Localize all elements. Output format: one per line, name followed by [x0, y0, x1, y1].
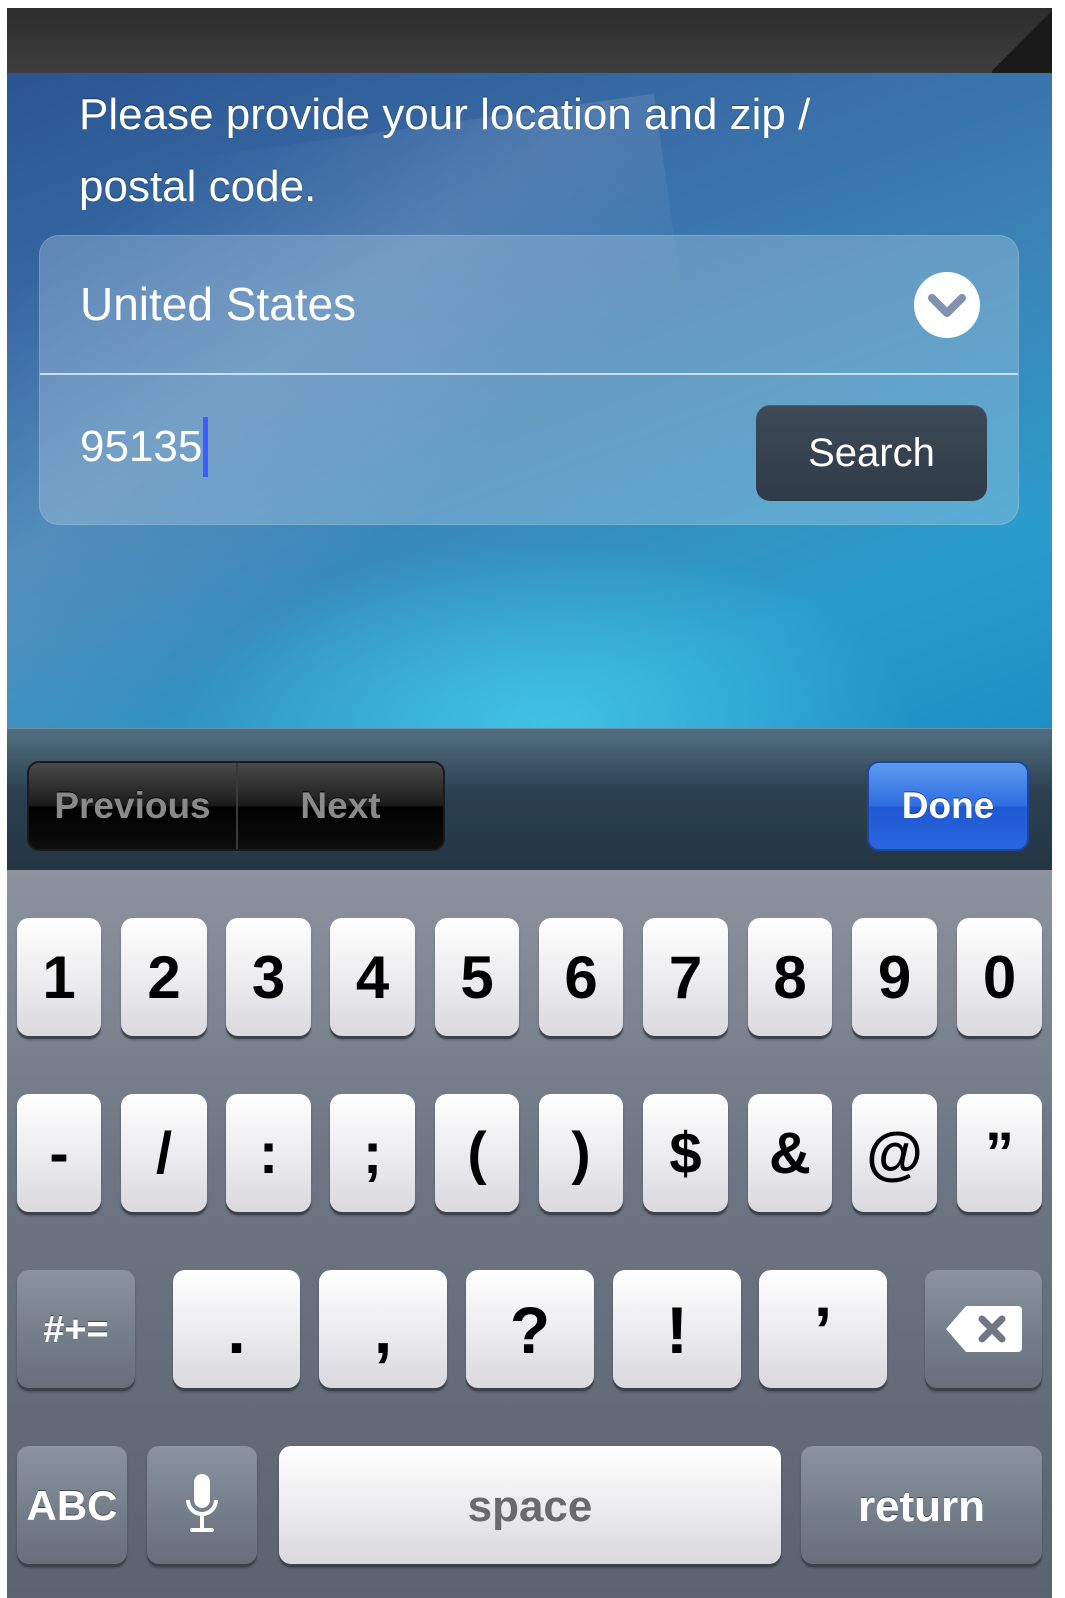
key-0-label: 0	[982, 944, 1017, 1011]
key-at[interactable]: @	[852, 1094, 937, 1212]
key-dollar-label: $	[669, 1121, 702, 1186]
key-close-paren[interactable]: )	[539, 1094, 623, 1212]
key-exclamation[interactable]: !	[613, 1270, 741, 1388]
key-semicolon[interactable]: ;	[330, 1094, 415, 1212]
key-hyphen-label: -	[49, 1121, 69, 1186]
location-form-card: United States 95135 Search	[39, 235, 1019, 525]
key-at-label: @	[866, 1121, 923, 1186]
previous-button[interactable]: Previous	[29, 763, 238, 849]
key-dollar[interactable]: $	[643, 1094, 728, 1212]
keyboard-accessory-toolbar: Previous Next Done	[7, 728, 1052, 871]
key-exclamation-label: !	[666, 1293, 688, 1367]
key-1-label: 1	[42, 944, 76, 1011]
next-button[interactable]: Next	[238, 763, 443, 849]
key-hyphen[interactable]: -	[17, 1094, 101, 1212]
key-semicolon-label: ;	[362, 1121, 383, 1186]
location-form-view: Please provide your location and zip / p…	[7, 73, 1052, 728]
phone-screen: Please provide your location and zip / p…	[7, 8, 1052, 1598]
instructions-text: Please provide your location and zip / p…	[79, 79, 999, 223]
key-8-label: 8	[773, 944, 807, 1011]
zip-code-input[interactable]: 95135	[80, 417, 680, 477]
key-colon-label: :	[258, 1121, 279, 1186]
key-3-label: 3	[251, 944, 286, 1011]
key-question-label: ?	[509, 1293, 551, 1367]
key-open-paren-label: (	[467, 1121, 487, 1186]
numbers-keyboard: 1 2 3 4 5 6 7 8 9 0 - / : ; ( ) $ & @ ” …	[7, 870, 1052, 1598]
instructions-line-2: postal code.	[79, 162, 317, 211]
key-apostrophe[interactable]: ’	[759, 1270, 887, 1388]
text-cursor	[203, 417, 209, 477]
key-slash-label: /	[155, 1121, 173, 1186]
key-9-label: 9	[877, 944, 912, 1011]
key-5-label: 5	[460, 944, 494, 1011]
key-slash[interactable]: /	[121, 1094, 207, 1212]
chevron-down-icon[interactable]	[914, 272, 980, 338]
key-1[interactable]: 1	[17, 918, 101, 1036]
key-more-symbols-label: #+=	[43, 1309, 109, 1351]
key-question[interactable]: ?	[466, 1270, 594, 1388]
key-period[interactable]: .	[173, 1270, 300, 1388]
key-3[interactable]: 3	[226, 918, 311, 1036]
key-8[interactable]: 8	[748, 918, 832, 1036]
done-button[interactable]: Done	[867, 761, 1029, 851]
key-comma-label: ,	[373, 1293, 393, 1367]
key-close-paren-label: )	[571, 1121, 591, 1186]
key-5[interactable]: 5	[435, 918, 519, 1036]
key-open-paren[interactable]: (	[435, 1094, 519, 1212]
key-quote-label: ”	[985, 1121, 1014, 1186]
instructions-line-1: Please provide your location and zip /	[79, 90, 811, 139]
key-colon[interactable]: :	[226, 1094, 311, 1212]
country-select[interactable]: United States	[40, 236, 1018, 374]
key-backspace[interactable]	[925, 1270, 1042, 1388]
navigation-bar-corner	[992, 8, 1052, 73]
key-0[interactable]: 0	[957, 918, 1042, 1036]
return-key[interactable]: return	[801, 1446, 1042, 1564]
key-ampersand[interactable]: &	[748, 1094, 832, 1212]
key-more-symbols[interactable]: #+=	[17, 1270, 135, 1388]
key-apostrophe-label: ’	[813, 1293, 833, 1367]
zip-code-value: 95135	[80, 422, 203, 471]
key-2-label: 2	[147, 944, 181, 1011]
key-4[interactable]: 4	[330, 918, 415, 1036]
key-7-label: 7	[668, 944, 703, 1011]
search-button[interactable]: Search	[756, 405, 987, 501]
key-4-label: 4	[355, 944, 390, 1011]
key-dictation[interactable]	[147, 1446, 257, 1564]
key-quote[interactable]: ”	[957, 1094, 1042, 1212]
key-6-label: 6	[564, 944, 598, 1011]
return-key-label: return	[857, 1482, 986, 1531]
key-9[interactable]: 9	[852, 918, 937, 1036]
navigation-bar	[7, 8, 1052, 73]
key-2[interactable]: 2	[121, 918, 207, 1036]
previous-next-segmented-control: Previous Next	[27, 761, 445, 851]
key-7[interactable]: 7	[643, 918, 728, 1036]
key-abc-label: ABC	[26, 1482, 118, 1529]
zip-row: 95135 Search	[40, 375, 1018, 524]
key-ampersand-label: &	[769, 1121, 811, 1186]
key-period-label: .	[227, 1293, 246, 1367]
key-6[interactable]: 6	[539, 918, 623, 1036]
country-value: United States	[80, 278, 357, 330]
key-abc[interactable]: ABC	[17, 1446, 127, 1564]
key-comma[interactable]: ,	[319, 1270, 447, 1388]
backspace-icon	[945, 1306, 1022, 1352]
microphone-icon	[186, 1474, 218, 1532]
space-bar-label: space	[467, 1482, 593, 1531]
space-bar[interactable]: space	[279, 1446, 781, 1564]
